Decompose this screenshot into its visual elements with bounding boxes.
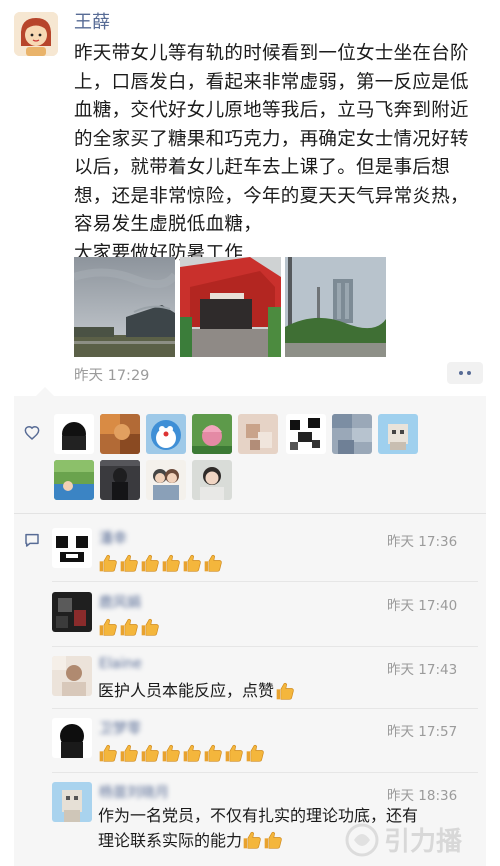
- thumbs-up-icon: [161, 743, 181, 763]
- panel-arrow: [36, 387, 54, 396]
- thumbs-up-icon: [245, 743, 265, 763]
- liker-avatar[interactable]: [54, 460, 94, 500]
- thumbs-up-icon: [224, 743, 244, 763]
- thumbs-up-icon: [182, 743, 202, 763]
- liker-avatar[interactable]: [238, 414, 278, 454]
- liker-avatar[interactable]: [100, 414, 140, 454]
- liker-avatar[interactable]: [146, 414, 186, 454]
- heart-icon: [24, 425, 40, 445]
- post-photo-2[interactable]: [180, 257, 281, 357]
- post-photo-1[interactable]: [74, 257, 175, 357]
- liker-avatar[interactable]: [332, 414, 372, 454]
- thumbs-up-icon: [182, 553, 202, 573]
- comment-emojis: [98, 616, 160, 638]
- comment-emojis: [275, 680, 295, 702]
- comment-time: 昨天 17:40: [387, 598, 458, 614]
- thumbs-up-icon: [203, 743, 223, 763]
- post-time: 昨天 17:29: [74, 368, 150, 384]
- liker-avatar[interactable]: [192, 460, 232, 500]
- commenter-name[interactable]: 鹿风娟: [99, 592, 141, 612]
- thumbs-up-icon: [119, 743, 139, 763]
- commenter-avatar[interactable]: [52, 656, 92, 696]
- comment-time: 昨天 18:36: [387, 788, 458, 804]
- thumbs-up-icon: [203, 553, 223, 573]
- liker-avatar[interactable]: [54, 414, 94, 454]
- comment-divider: [52, 772, 478, 773]
- comment-emojis: [98, 552, 223, 574]
- thumbs-up-icon: [161, 553, 181, 573]
- thumbs-up-icon: [98, 553, 118, 573]
- poster-name[interactable]: 王薛: [74, 8, 110, 34]
- thumbs-up-icon: [98, 743, 118, 763]
- liker-avatar[interactable]: [192, 414, 232, 454]
- commenter-name[interactable]: 卫梦零: [99, 718, 141, 738]
- comment-icon: [24, 532, 40, 552]
- post-text: 昨天带女儿等有轨的时候看到一位女士坐在台阶上，口唇发白，看起来非常虚弱，第一反应…: [74, 43, 469, 264]
- liker-avatar[interactable]: [146, 460, 186, 500]
- dot-icon: [467, 371, 471, 375]
- thumbs-up-icon: [242, 830, 262, 850]
- commenter-avatar[interactable]: [52, 782, 92, 822]
- likes-divider: [14, 513, 486, 514]
- commenter-name[interactable]: 杨苗刘晓月: [99, 782, 169, 802]
- liker-avatar[interactable]: [286, 414, 326, 454]
- commenter-avatar[interactable]: [52, 592, 92, 632]
- watermark-text: 引力播: [384, 827, 463, 857]
- comment-divider: [52, 708, 478, 709]
- comment-body: 医护人员本能反应，点赞: [98, 678, 295, 703]
- comment-text: 医护人员本能反应，点赞: [98, 681, 275, 700]
- comment-divider: [52, 646, 478, 647]
- comment-time: 昨天 17:36: [387, 534, 458, 550]
- poster-avatar[interactable]: [14, 12, 58, 56]
- post-photo-3[interactable]: [285, 257, 386, 357]
- thumbs-up-icon: [119, 553, 139, 573]
- commenter-avatar[interactable]: [52, 718, 92, 758]
- comment-emojis: [98, 742, 265, 764]
- liker-avatar[interactable]: [378, 414, 418, 454]
- liker-avatar[interactable]: [100, 460, 140, 500]
- comment-time: 昨天 17:43: [387, 662, 458, 678]
- commenter-name[interactable]: Elaine: [99, 656, 142, 672]
- thumbs-up-icon: [140, 553, 160, 573]
- thumbs-up-icon: [263, 830, 283, 850]
- thumbs-up-icon: [275, 681, 295, 701]
- thumbs-up-icon: [98, 617, 118, 637]
- comment-divider: [52, 581, 478, 582]
- more-actions-button[interactable]: [447, 362, 483, 384]
- commenter-name[interactable]: 潘幸: [99, 528, 127, 548]
- thumbs-up-icon: [140, 617, 160, 637]
- thumbs-up-icon: [140, 743, 160, 763]
- dot-icon: [459, 371, 463, 375]
- comment-time: 昨天 17:57: [387, 724, 458, 740]
- comment-emojis: [242, 829, 283, 851]
- watermark-logo: 引力播: [340, 818, 490, 862]
- commenter-avatar[interactable]: [52, 528, 92, 568]
- thumbs-up-icon: [119, 617, 139, 637]
